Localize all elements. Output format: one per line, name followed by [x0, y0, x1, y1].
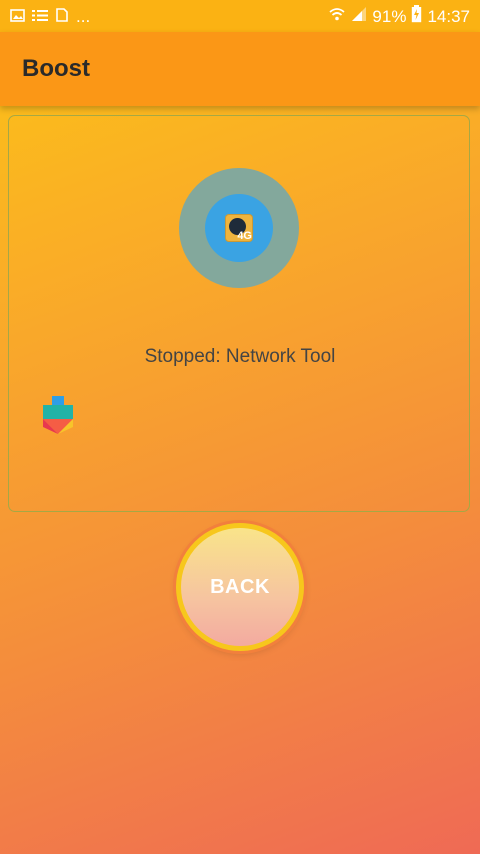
battery-percent: 91%: [372, 6, 407, 26]
back-button[interactable]: BACK: [176, 523, 304, 651]
more-notifications-indicator: ...: [76, 7, 91, 26]
notification-icons: ...: [10, 7, 90, 27]
app-badge: 4G: [237, 230, 252, 242]
status-bar: ... 91% 14:37: [0, 0, 480, 32]
wifi-icon: [328, 5, 346, 28]
list-icon: [32, 7, 48, 27]
gallery-icon: [10, 7, 25, 27]
battery-charging-icon: [411, 5, 422, 28]
app-bar: Boost: [0, 32, 480, 106]
google-play-services-icon: [41, 395, 75, 435]
back-button-label: BACK: [210, 575, 270, 598]
system-status: 91% 14:37: [328, 5, 470, 28]
clock: 14:37: [427, 6, 470, 26]
boost-status-text: Stopped: Network Tool: [144, 346, 336, 367]
page-title: Boost: [22, 55, 90, 82]
4g-network-app-icon: 4G: [225, 214, 253, 242]
doc-icon: [55, 7, 69, 27]
signal-icon: [351, 6, 367, 27]
